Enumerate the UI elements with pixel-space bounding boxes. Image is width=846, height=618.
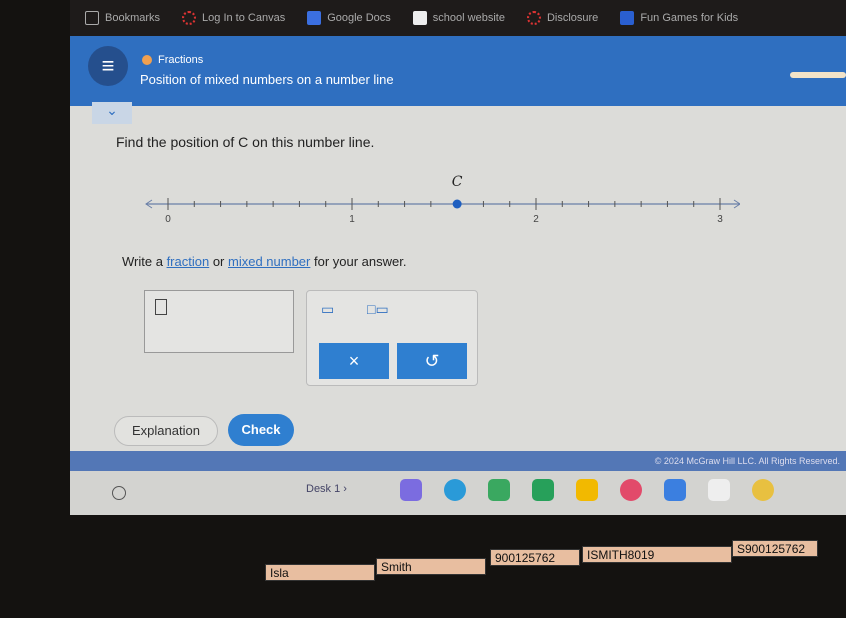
topic: Fractions [142,54,203,66]
point-label: C [452,174,463,190]
question-prompt: Find the position of C on this number li… [116,134,375,150]
canvas-icon [182,11,197,25]
clear-button[interactable]: × [319,343,389,379]
collapse-button[interactable]: ⌄ [92,102,132,124]
desk-switcher[interactable]: Desk 1 › [306,483,347,495]
sheets-app-icon[interactable] [532,479,554,501]
bookmark-label: Google Docs [327,12,391,24]
topic-label: Fractions [158,54,204,66]
hamburger-icon: ≡ [101,53,115,78]
check-button[interactable]: Check [228,414,294,446]
bookmark-fun-games[interactable]: Fun Games for Kids [620,11,738,25]
bookmark-label: Bookmarks [105,12,161,24]
classroom-screen-app-icon[interactable] [444,479,466,501]
fraction-placeholder [155,299,167,315]
mixed-number-link[interactable]: mixed number [228,254,310,269]
menu-button[interactable]: ≡ [88,46,128,86]
school-icon [412,11,427,25]
drive-app-icon[interactable] [488,479,510,501]
fraction-link[interactable]: fraction [167,254,210,269]
mixed-number-icon[interactable]: □▭ [367,301,389,318]
launcher-button[interactable] [112,486,126,500]
canvas-icon [526,11,541,25]
docs-icon [307,11,322,25]
page-title: Position of mixed numbers on a number li… [140,72,394,87]
slides-app-icon[interactable] [576,479,598,501]
bookmark-disclosure[interactable]: Disclosure [526,11,599,25]
undo-button[interactable]: ↺ [397,343,467,379]
bookmark-canvas[interactable]: Log In to Canvas [182,11,285,25]
topic-dot-icon [142,55,152,65]
point-c [452,199,462,209]
number-line: 0 1 2 3 C [145,174,740,225]
bookmark-label: school website [432,12,505,24]
paint-app-icon[interactable] [620,479,642,501]
os-shelf: Desk 1 › [70,471,846,515]
chevron-down-icon: ⌄ [106,102,118,118]
bookmark-label: Log In to Canvas [202,12,286,24]
tasks-app-icon[interactable] [400,479,422,501]
sticker-id: 900125762 [490,549,580,566]
lesson-header: ≡ Fractions Position of mixed numbers on… [70,36,846,106]
bookmark-label: Disclosure [546,12,599,24]
tick-label: 1 [349,214,355,225]
instruction-text: Write a [122,254,167,269]
fraction-icon[interactable]: ▭ [321,301,334,318]
progress-bar [790,72,846,78]
shelf-apps [400,479,774,501]
sticker-first-name: Isla [265,564,375,581]
instruction-text: for your answer. [310,254,407,269]
folder-icon [85,11,99,25]
chrome-app-icon[interactable] [752,479,774,501]
instruction-text: or [209,254,228,269]
instruction: Write a fraction or mixed number for you… [122,254,406,269]
bookmark-folder[interactable]: Bookmarks [85,11,160,25]
answer-input[interactable] [144,290,294,353]
sticker-student-id: S900125762 [732,540,818,557]
bookmark-school-website[interactable]: school website [412,11,505,25]
math-keypad: ▭ □▭ × ↺ [306,290,478,386]
copyright-footer: © 2024 McGraw Hill LLC. All Rights Reser… [70,451,846,471]
sticker-username: ISMITH8019 [582,546,732,563]
tick-label: 0 [165,214,171,225]
bookmark-label: Fun Games for Kids [640,12,739,24]
gmail-app-icon[interactable] [708,479,730,501]
explanation-button[interactable]: Explanation [114,416,218,446]
docs-app-icon[interactable] [664,479,686,501]
bookmarks-bar: Bookmarks Log In to Canvas Google Docs s… [70,0,846,36]
sticker-last-name: Smith [376,558,486,575]
screen: Bookmarks Log In to Canvas Google Docs s… [70,0,846,515]
mp-icon [620,11,635,25]
question-panel: ⌄ Find the position of C on this number … [70,102,846,451]
desk-label: Desk 1 [306,483,341,495]
tick-label: 3 [717,214,723,225]
bookmark-google-docs[interactable]: Google Docs [307,11,391,25]
tick-label: 2 [533,214,539,225]
